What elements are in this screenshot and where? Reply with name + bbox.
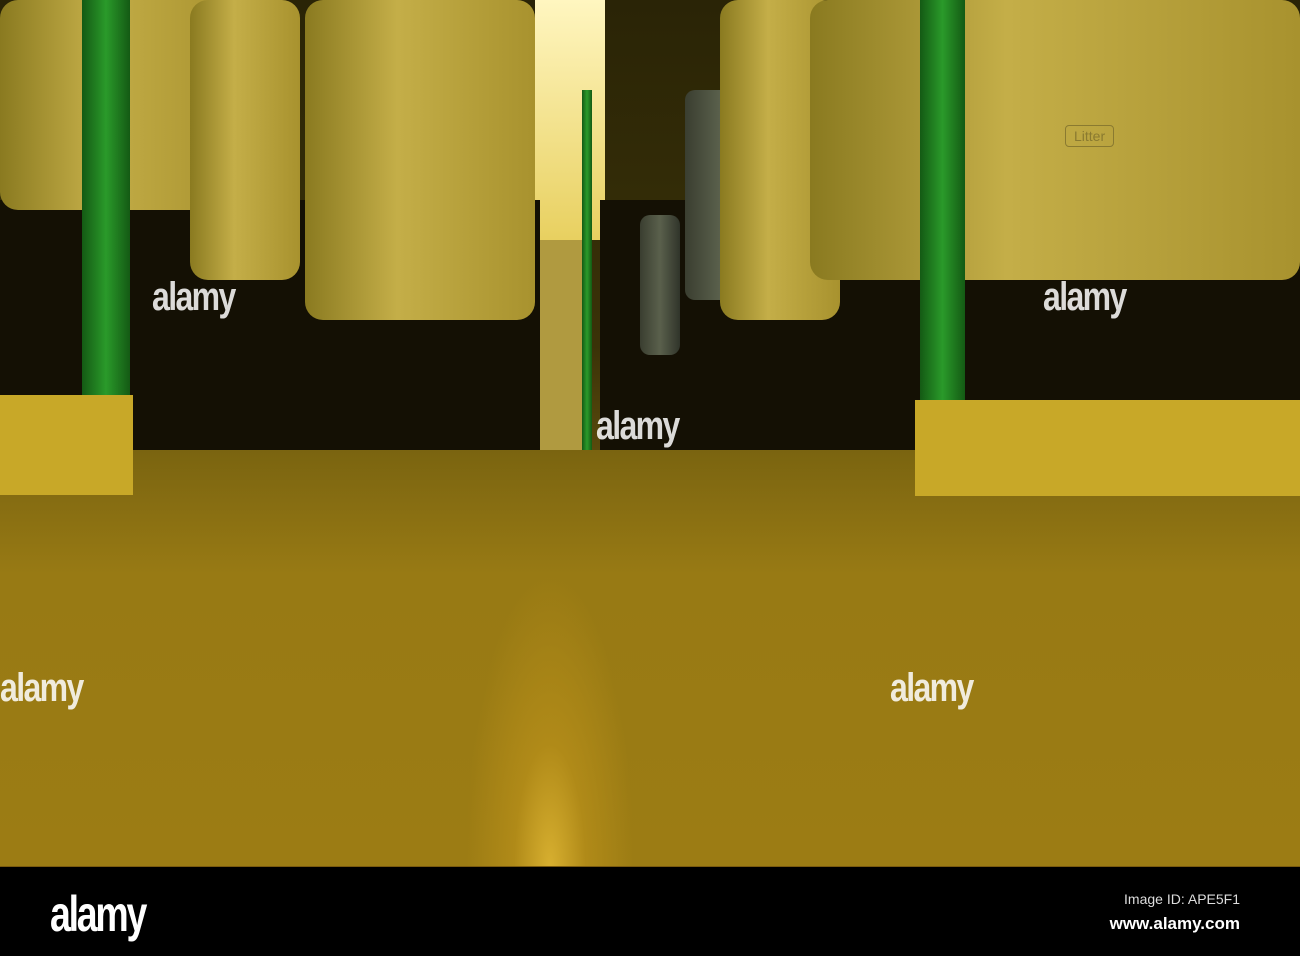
floor	[0, 450, 1300, 866]
watermark: alamy	[152, 275, 236, 319]
ceiling-lights	[535, 0, 605, 240]
image-id: Image ID: APE5F1	[1124, 891, 1240, 907]
pole-base	[0, 395, 133, 495]
stock-photo: Litter alamy alamy alamy alamy alamy ala…	[0, 0, 1300, 956]
green-pole	[920, 0, 965, 400]
right-seat-2	[810, 0, 1300, 280]
watermark: alamy	[0, 666, 84, 710]
green-pole	[82, 0, 130, 395]
footer-bar: alamy Image ID: APE5F1 www.alamy.com	[0, 866, 1300, 956]
left-seat-2	[190, 0, 300, 280]
watermark: alamy	[890, 666, 974, 710]
litter-sign: Litter	[1065, 125, 1115, 147]
watermark: alamy	[1043, 275, 1127, 319]
pole-base	[915, 400, 1300, 496]
seat-fabric	[640, 215, 680, 355]
alamy-logo: alamy	[50, 886, 147, 942]
watermark: alamy	[596, 404, 680, 448]
left-seat-3	[305, 0, 535, 320]
green-pole	[582, 90, 592, 450]
website-link[interactable]: www.alamy.com	[1110, 914, 1240, 934]
train-carriage-photo: Litter alamy alamy alamy alamy alamy	[0, 0, 1300, 866]
